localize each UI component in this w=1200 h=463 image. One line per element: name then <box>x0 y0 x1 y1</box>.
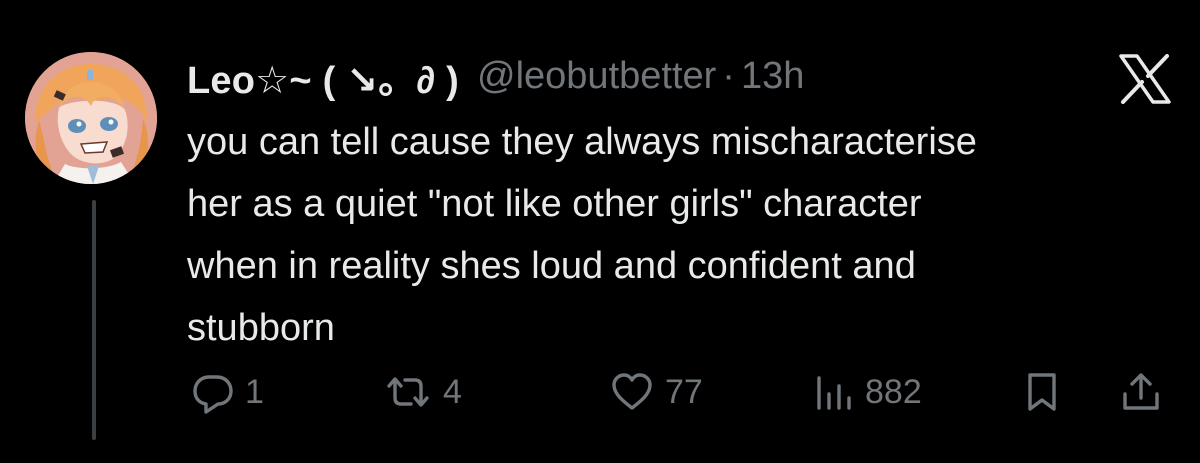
reply-icon <box>193 375 233 414</box>
heart-icon <box>612 373 652 410</box>
thread-line <box>92 200 96 440</box>
bookmark-icon <box>1028 373 1056 411</box>
repost-button[interactable]: 4 <box>383 362 462 422</box>
views-button[interactable]: 882 <box>811 362 922 422</box>
reply-button[interactable]: 1 <box>191 362 264 422</box>
share-button[interactable] <box>1119 362 1163 422</box>
views-icon <box>817 376 851 410</box>
like-count: 77 <box>665 372 703 411</box>
avatar[interactable] <box>25 52 157 184</box>
x-logo-icon <box>1119 54 1171 104</box>
separator-dot: · <box>722 54 735 97</box>
tweet[interactable]: Leo☆~ ( ↘。∂ ) @leobutbetter · 13h you ca… <box>0 0 1200 463</box>
view-count: 882 <box>865 372 922 411</box>
user-handle[interactable]: @leobutbetter <box>477 55 716 98</box>
bookmark-button[interactable] <box>1022 362 1062 422</box>
share-icon <box>1123 373 1159 410</box>
repost-icon <box>387 377 429 407</box>
action-bar: 1 4 77 882 <box>187 362 1177 422</box>
repost-count: 4 <box>443 372 462 411</box>
tweet-header: Leo☆~ ( ↘。∂ ) @leobutbetter · 13h <box>187 48 804 104</box>
tweet-text: you can tell cause they always mischarac… <box>187 121 977 349</box>
timestamp[interactable]: 13h <box>741 55 804 98</box>
like-button[interactable]: 77 <box>609 362 703 422</box>
avatar-image <box>25 52 157 184</box>
reply-count: 1 <box>245 372 264 411</box>
display-name[interactable]: Leo☆~ ( ↘。∂ ) <box>187 49 459 104</box>
